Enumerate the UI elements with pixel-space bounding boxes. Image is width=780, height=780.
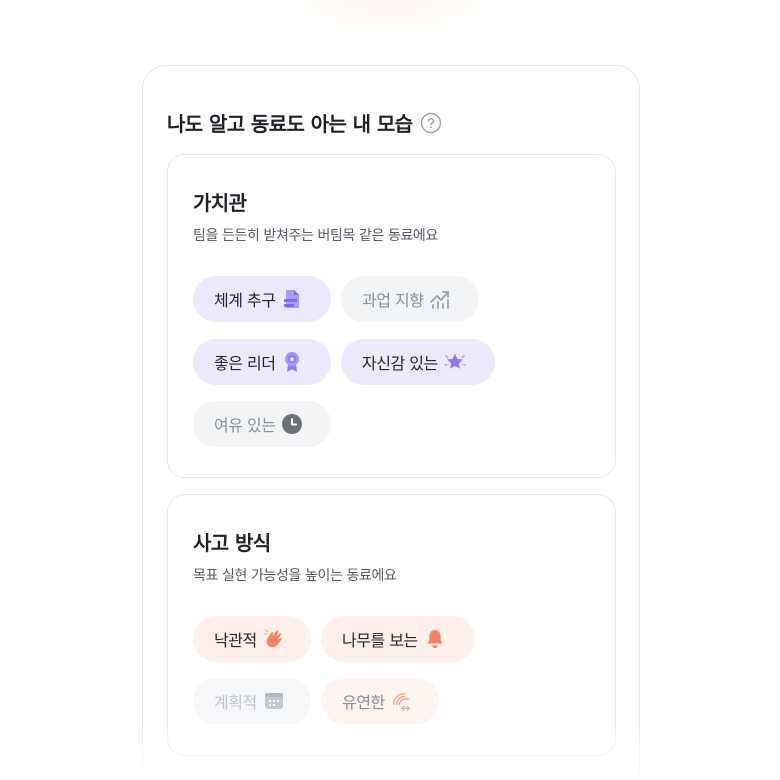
chart-trend-icon bbox=[429, 288, 451, 310]
chip-systematic[interactable]: 체계 추구 bbox=[193, 276, 331, 322]
chip-label: 여유 있는 bbox=[214, 416, 276, 435]
bottom-fade bbox=[0, 720, 780, 780]
chip-task-oriented[interactable]: 과업 지향 bbox=[341, 276, 479, 322]
document-icon bbox=[281, 288, 303, 310]
card-title: 나도 알고 동료도 아는 내 모습 bbox=[167, 112, 413, 136]
thinking-section: 사고 방식 목표 실현 가능성을 높이는 동료에요 낙관적 나무를 보는 계획적 bbox=[167, 494, 616, 756]
waving-hand-icon bbox=[263, 628, 285, 650]
flex-arrows-icon bbox=[391, 690, 413, 712]
chip-relaxed[interactable]: 여유 있는 bbox=[193, 401, 331, 447]
section-subtitle: 목표 실현 가능성을 높이는 동료에요 bbox=[193, 568, 397, 584]
chip-label: 유연한 bbox=[342, 693, 385, 712]
clock-icon bbox=[281, 413, 303, 435]
chip-label: 과업 지향 bbox=[362, 291, 424, 310]
chip-label: 낙관적 bbox=[214, 631, 257, 650]
top-glow bbox=[250, 0, 530, 40]
award-badge-icon bbox=[281, 351, 303, 373]
card-header: 나도 알고 동료도 아는 내 모습 bbox=[167, 108, 442, 137]
chip-label: 체계 추구 bbox=[214, 291, 276, 310]
chip-label: 자신감 있는 bbox=[362, 354, 438, 373]
chip-confident[interactable]: 자신감 있는 bbox=[341, 339, 495, 385]
section-title: 사고 방식 bbox=[193, 531, 271, 555]
star-burst-icon bbox=[443, 351, 466, 373]
chip-good-leader[interactable]: 좋은 리더 bbox=[193, 339, 331, 385]
chip-label: 나무를 보는 bbox=[342, 631, 418, 650]
chip-label: 좋은 리더 bbox=[214, 354, 276, 373]
calendar-icon bbox=[263, 690, 285, 712]
bell-icon bbox=[424, 628, 446, 650]
chip-label: 계획적 bbox=[214, 693, 257, 712]
chip-optimistic[interactable]: 낙관적 bbox=[193, 616, 311, 662]
traits-card: 나도 알고 동료도 아는 내 모습 가치관 팀을 든든히 받쳐주는 버팀목 같은… bbox=[142, 65, 640, 780]
values-section: 가치관 팀을 든든히 받쳐주는 버팀목 같은 동료에요 체계 추구 과업 지향 bbox=[167, 154, 616, 478]
chip-flexible[interactable]: 유연한 bbox=[321, 678, 439, 724]
section-subtitle: 팀을 든든히 받쳐주는 버팀목 같은 동료에요 bbox=[193, 228, 438, 244]
question-circle-icon[interactable] bbox=[420, 112, 442, 134]
chip-tree-seeing[interactable]: 나무를 보는 bbox=[321, 616, 475, 662]
chip-planned[interactable]: 계획적 bbox=[193, 678, 311, 724]
section-title: 가치관 bbox=[193, 191, 247, 215]
